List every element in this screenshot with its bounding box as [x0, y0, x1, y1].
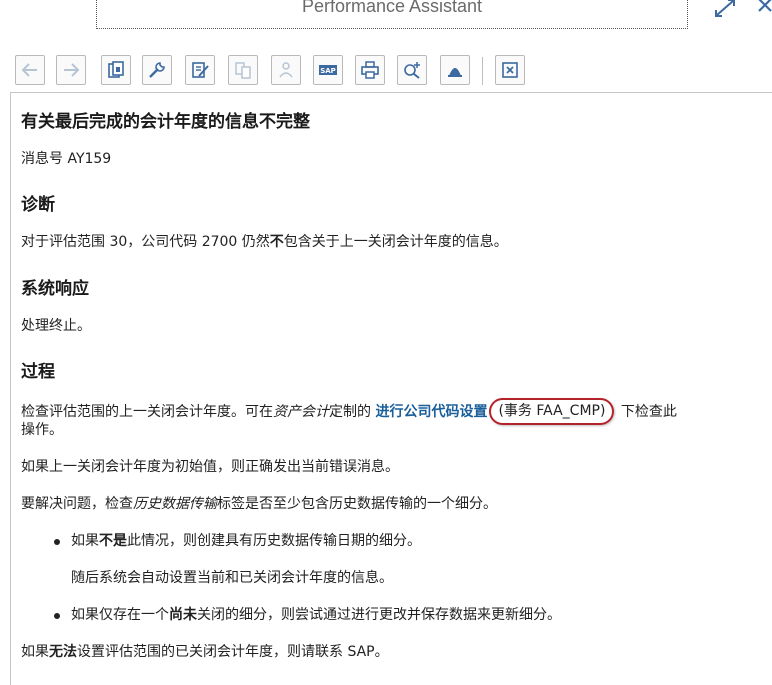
- transaction-code-highlight: (事务 FAA_CMP): [489, 398, 615, 425]
- sap-button[interactable]: SAP: [313, 55, 343, 85]
- close-box-icon: [502, 62, 518, 78]
- zoom-in-icon: [404, 62, 420, 79]
- title-bar: Performance Assistant: [0, 0, 772, 42]
- document-links-button[interactable]: [228, 55, 258, 85]
- wrench-icon: [149, 62, 165, 78]
- forward-button[interactable]: [56, 55, 86, 85]
- sap-icon: SAP: [319, 65, 337, 75]
- procedure-line-3: 要解决问题，检查历史数据传输标签是否至少包含历史数据传输的一个细分。: [21, 496, 497, 512]
- print-icon: [361, 61, 379, 79]
- bell-shape-icon: [448, 68, 462, 77]
- procedure-heading: 过程: [21, 362, 55, 382]
- zoom-in-button[interactable]: [397, 55, 427, 85]
- bell-shape-button[interactable]: [440, 55, 470, 85]
- help-content-panel: 有关最后完成的会计年度的信息不完整 消息号 AY159 诊断 对于评估范围 30…: [10, 92, 772, 685]
- list-item: 如果仅存在一个尚未关闭的细分，则尝试通过进行更改并保存数据来更新细分。: [54, 605, 561, 626]
- svg-text:SAP: SAP: [320, 67, 336, 75]
- toolbar-separator: [482, 57, 483, 85]
- forward-arrow-icon: [64, 63, 80, 77]
- system-response-heading: 系统响应: [21, 279, 89, 299]
- person-settings-icon: [279, 62, 293, 78]
- contact-sap-text: 如果无法设置评估范围的已关闭会计年度，则请联系 SAP。: [21, 644, 389, 660]
- page-title: 有关最后完成的会计年度的信息不完整: [21, 112, 310, 132]
- back-arrow-icon: [21, 63, 37, 77]
- window-title: Performance Assistant: [301, 0, 483, 16]
- diagnosis-text: 对于评估范围 30，公司代码 2700 仍然不包含关于上一关闭会计年度的信息。: [21, 234, 508, 250]
- message-number: 消息号 AY159: [21, 151, 112, 167]
- person-settings-button[interactable]: [271, 55, 301, 85]
- copy-document-icon: [108, 61, 124, 78]
- procedure-line-1: 检查评估范围的上一关闭会计年度。可在资产会计定制的 进行公司代码设置 (事务 FA…: [21, 398, 677, 426]
- expand-icon[interactable]: [714, 0, 736, 22]
- close-icon[interactable]: [757, 0, 772, 18]
- print-button[interactable]: [355, 55, 385, 85]
- list-item-subtext: 随后系统会自动设置当前和已关闭会计年度的信息。: [71, 570, 393, 586]
- document-links-icon: [235, 62, 251, 79]
- window-title-box: Performance Assistant: [96, 0, 688, 29]
- edit-document-button[interactable]: [185, 55, 215, 85]
- close-box-button[interactable]: [495, 55, 525, 85]
- company-code-settings-link[interactable]: 进行公司代码设置: [375, 404, 487, 420]
- diagnosis-heading: 诊断: [21, 195, 55, 215]
- system-response-text: 处理终止。: [21, 318, 91, 334]
- list-item: 如果不是此情况，则创建具有历史数据传输日期的细分。: [54, 531, 421, 552]
- toolbar: SAP: [0, 55, 772, 91]
- copy-document-button[interactable]: [101, 55, 131, 85]
- settings-button[interactable]: [142, 55, 172, 85]
- procedure-line-2: 如果上一关闭会计年度为初始值，则正确发出当前错误消息。: [21, 459, 399, 475]
- back-button[interactable]: [15, 55, 45, 85]
- procedure-line-1-cont: 操作。: [21, 422, 63, 438]
- edit-document-icon: [192, 62, 209, 78]
